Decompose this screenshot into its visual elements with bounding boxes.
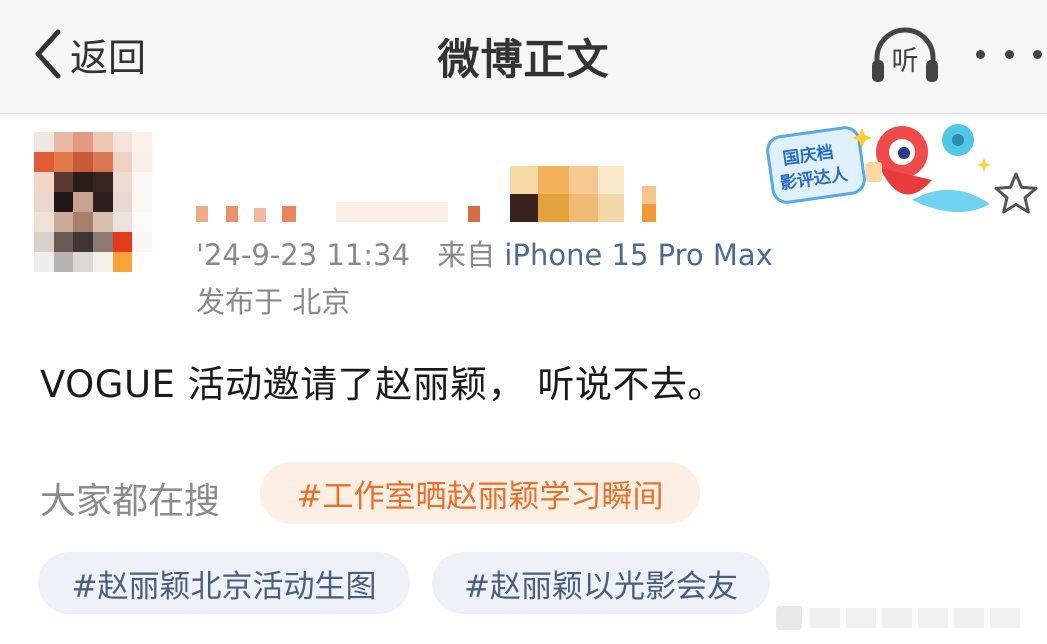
badge-decoration-icon: 国庆档 影评达人 (766, 124, 991, 213)
dot (976, 49, 985, 59)
trending-tag[interactable]: #赵丽颖北京活动生图 (38, 552, 410, 614)
post-text: VOGUE 活动邀请了赵丽颖， 听说不去。 (40, 363, 725, 406)
post-meta: '24-9-23 11:34 来自 iPhone 15 Pro Max (196, 232, 773, 274)
navigation-bar: 返回 微博正文 听 (0, 0, 1047, 114)
post-timestamp: '24-9-23 11:34 (196, 238, 410, 272)
post-location: 发布于 北京 (196, 285, 351, 319)
listen-label: 听 (891, 46, 919, 77)
star-icon[interactable] (992, 170, 1040, 218)
from-label: 来自 (437, 238, 496, 272)
trending-label: 大家都在搜 (40, 481, 221, 522)
trending-tag[interactable]: #赵丽颖以光影会友 (432, 552, 770, 614)
author-nickname[interactable] (196, 166, 657, 222)
avatar[interactable] (34, 132, 152, 272)
dot (1004, 49, 1014, 59)
trending-tag-hot[interactable]: #工作室晒赵丽颖学习瞬间 (260, 462, 700, 524)
source-device-link[interactable]: iPhone 15 Pro Max (504, 238, 772, 272)
listen-button[interactable]: 听 (868, 24, 942, 86)
more-dots-icon[interactable] (976, 36, 1042, 72)
watermark-icon (776, 606, 1020, 630)
dot (1033, 49, 1042, 59)
